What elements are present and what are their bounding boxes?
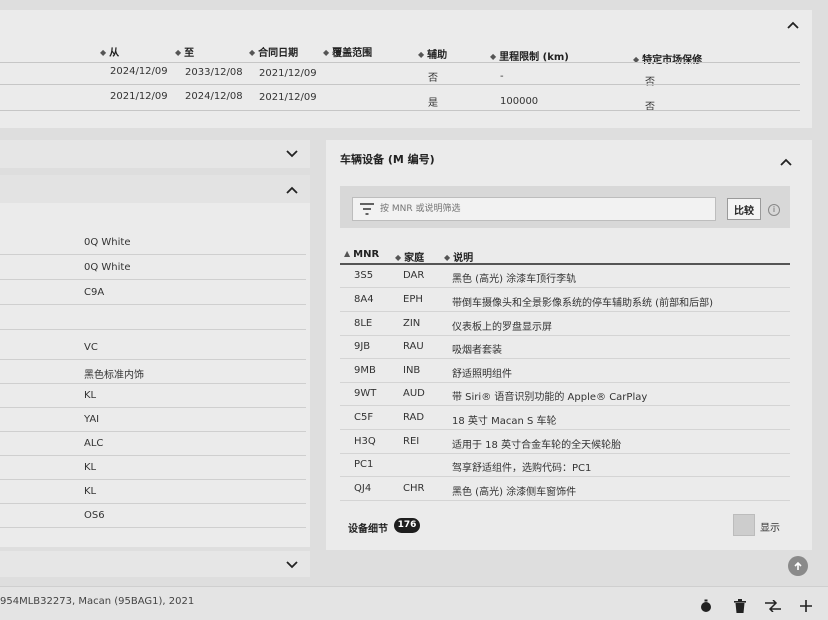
left-collapsed-section[interactable] [0,140,310,168]
warranty-row2-to: 2024/12/08 [185,91,243,102]
col-header-market-warranty[interactable]: ◆ 特定市场保修 [633,51,702,66]
warranty-row1-market: 否 [645,77,655,88]
show-details-toggle[interactable] [733,514,755,536]
arrow-up-icon [794,561,802,570]
table-row[interactable]: 9JB RAU 吸烟者套装 [340,335,790,359]
table-row[interactable]: 9WT AUD 带 Siri® 语音识别功能的 Apple® CarPlay [340,382,790,406]
col-header-coverage[interactable]: ◆ 覆盖范围 [323,44,372,59]
warranty-row2-contract: 2021/12/09 [259,92,317,103]
list-item: 黑色标准内饰 [0,360,306,384]
warranty-row-divider [0,84,800,85]
col-header-from[interactable]: ◆ 从 [100,44,119,59]
warranty-row1-mileage: - [500,71,504,82]
compare-button[interactable]: 比较 [727,198,761,220]
col-header-to[interactable]: ◆ 至 [175,44,194,59]
equipment-details-label: 设备细节 [348,524,388,535]
trash-icon[interactable] [731,597,749,615]
compare-button-label: 比较 [734,205,754,217]
table-row[interactable]: PC1 驾享舒适组件，选购代码：PC1 [340,453,790,477]
warranty-row1-from: 2024/12/09 [110,66,168,77]
warranty-row2-assist: 是 [428,98,438,109]
list-item: KL [0,456,306,480]
col-header-mileage[interactable]: ◆ 里程限制 (km) [490,48,569,63]
warranty-row1-assist: 否 [428,73,438,84]
expand-bottom-chevron-down-icon[interactable] [285,558,299,572]
collapse-equipment-chevron-up-icon[interactable] [779,155,793,169]
add-icon[interactable] [797,597,815,615]
list-item: KL [0,480,306,504]
left-list-header [0,175,310,203]
table-row[interactable]: 8A4 EPH 带倒车摄像头和全景影像系统的停车辅助系统 (前部和后部) [340,288,790,312]
list-item: ALC [0,432,306,456]
table-row[interactable]: 8LE ZIN 仪表板上的罗盘显示屏 [340,312,790,336]
warranty-bottom-divider [0,110,800,111]
transfer-arrows-icon[interactable] [764,597,782,615]
list-item: C9A [0,281,306,305]
list-item: OS6 [0,504,306,528]
vehicle-identification-text: 954MLB32273, Macan (95BAG1), 2021 [0,596,195,607]
list-item: VC [0,336,306,360]
col-header-contract-date[interactable]: ◆ 合同日期 [249,44,298,59]
collapse-list-chevron-up-icon[interactable] [285,183,299,197]
list-item: KL [0,384,306,408]
warranty-row2-from: 2021/12/09 [110,91,168,102]
filter-input[interactable] [378,200,708,218]
equipment-details-count-badge: 176 [394,518,420,533]
stopwatch-icon[interactable] [697,597,715,615]
list-item: YAI [0,408,306,432]
left-bottom-collapsed-section[interactable] [0,551,310,577]
table-row[interactable]: C5F RAD 18 英寸 Macan S 车轮 [340,406,790,430]
warranty-row1-to: 2033/12/08 [185,67,243,78]
list-item: 0Q White [0,256,306,280]
list-item: 0Q White [0,231,306,255]
warranty-row1-contract: 2021/12/09 [259,68,317,79]
equip-col-header-mnr[interactable]: ▲ MNR [344,249,379,260]
filter-icon [360,203,374,215]
list-item [0,306,306,330]
table-row[interactable]: QJ4 CHR 黑色 (高光) 涂漆侧车窗饰件 [340,477,790,501]
table-row[interactable]: 9MB INB 舒适照明组件 [340,359,790,383]
equip-col-header-description[interactable]: ◆ 说明 [444,249,473,264]
col-header-assist[interactable]: ◆ 辅助 [418,46,447,61]
expand-section-chevron-down-icon[interactable] [285,147,299,161]
table-row[interactable]: H3Q REI 适用于 18 英寸合金车轮的全天候轮胎 [340,430,790,454]
warranty-header-divider [0,62,800,63]
scroll-to-top-button[interactable] [788,556,808,576]
warranty-row2-mileage: 100000 [500,96,539,107]
equip-col-header-family[interactable]: ◆ 家庭 [395,249,424,264]
show-details-label: 显示 [760,523,780,534]
info-icon[interactable]: i [768,204,780,216]
equipment-panel-title: 车辆设备 (M 编号) [340,153,435,166]
table-row[interactable]: 3S5 DAR 黑色 (高光) 涂漆车顶行李轨 [340,264,790,288]
collapse-warranty-chevron-up-icon[interactable] [786,18,800,32]
